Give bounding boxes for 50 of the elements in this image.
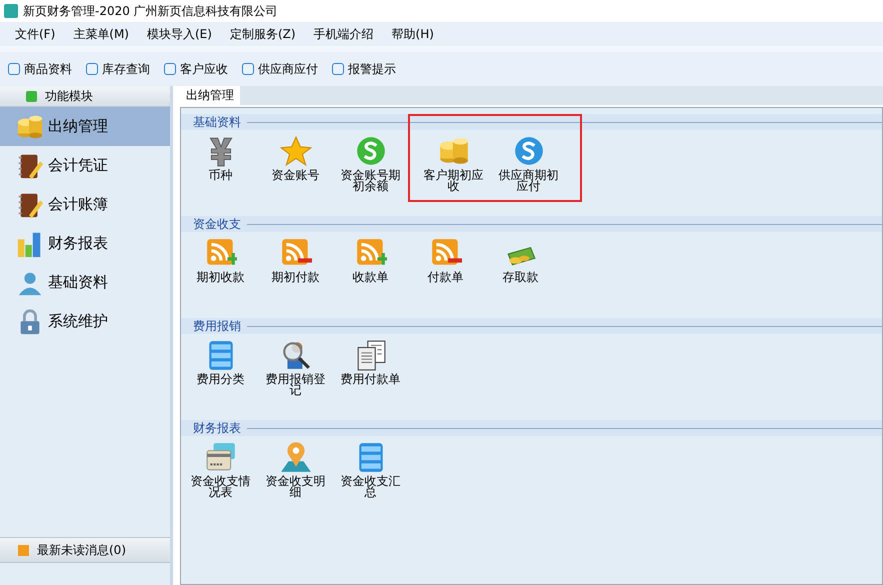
map-pin-icon — [280, 441, 312, 473]
tab[interactable]: 出纳管理 — [180, 86, 240, 105]
toolbar-button[interactable]: 客户应收 — [164, 60, 228, 78]
sidebar-item[interactable]: 会计凭证 — [0, 146, 170, 185]
module-button[interactable]: 资金收支明细 — [258, 438, 333, 498]
window-title: 新页财务管理-2020 广州新页信息科技有限公司 — [23, 2, 278, 20]
module-button[interactable]: 付款单 — [408, 234, 483, 283]
module-button[interactable]: 期初收款 — [183, 234, 258, 283]
module-button[interactable]: 资金收支汇总 — [333, 438, 408, 498]
section-title: 资金收支 — [193, 216, 241, 232]
toolbar-button[interactable]: 库存查询 — [86, 60, 150, 78]
message-label: 最新未读消息(0) — [37, 542, 126, 558]
menu-item[interactable]: 模块导入(E) — [138, 26, 221, 42]
star-icon — [280, 135, 312, 167]
sidebar-item[interactable]: 会计账簿 — [0, 185, 170, 224]
menu-item[interactable]: 文件(F) — [6, 26, 64, 42]
toolbar-button[interactable]: 报警提示 — [332, 60, 396, 78]
panel-title: 功能模块 — [45, 88, 93, 104]
module-button[interactable]: 资金账号 — [258, 132, 333, 181]
card-icon — [204, 441, 236, 473]
app-icon — [4, 4, 18, 18]
menu-item[interactable]: 定制服务(Z) — [220, 26, 305, 42]
sidebar-item[interactable]: 出纳管理 — [0, 107, 170, 146]
section-title: 费用报销 — [193, 318, 241, 334]
menu-item[interactable]: 手机端介绍 — [304, 26, 383, 42]
section-title: 财务报表 — [193, 420, 241, 436]
menu-item[interactable]: 帮助(H) — [382, 26, 443, 42]
module-button[interactable]: 客户期初应收 — [416, 132, 491, 192]
section-title: 基础资料 — [193, 114, 241, 130]
message-bar[interactable]: 最新未读消息(0) — [0, 537, 170, 563]
module-button[interactable]: 资金账号期初余额 — [333, 132, 408, 192]
module-button[interactable]: 资金收支情况表 — [183, 438, 258, 498]
documents-icon — [354, 339, 386, 371]
module-button[interactable]: 币种 — [183, 132, 258, 181]
coins-icon — [438, 135, 470, 167]
module-button[interactable]: 费用分类 — [183, 336, 258, 385]
s-logo-icon — [512, 135, 544, 167]
s-logo-icon — [354, 135, 386, 167]
menu-item[interactable]: 主菜单(M) — [64, 26, 138, 42]
module-button[interactable]: 收款单 — [333, 234, 408, 283]
sidebar-item[interactable]: 系统维护 — [0, 302, 170, 341]
module-button[interactable]: 存取款 — [483, 234, 558, 283]
toolbar-button[interactable]: 商品资料 — [8, 60, 72, 78]
sidebar-item[interactable]: 财务报表 — [0, 224, 170, 263]
toolbar-button[interactable]: 供应商应付 — [242, 60, 318, 78]
module-button[interactable]: 供应商期初应付 — [491, 132, 566, 192]
module-button[interactable]: 费用付款单 — [333, 336, 408, 385]
sidebar-item[interactable]: 基础资料 — [0, 263, 170, 302]
module-button[interactable]: 期初付款 — [258, 234, 333, 283]
module-button[interactable]: 费用报销登记 — [258, 336, 333, 396]
